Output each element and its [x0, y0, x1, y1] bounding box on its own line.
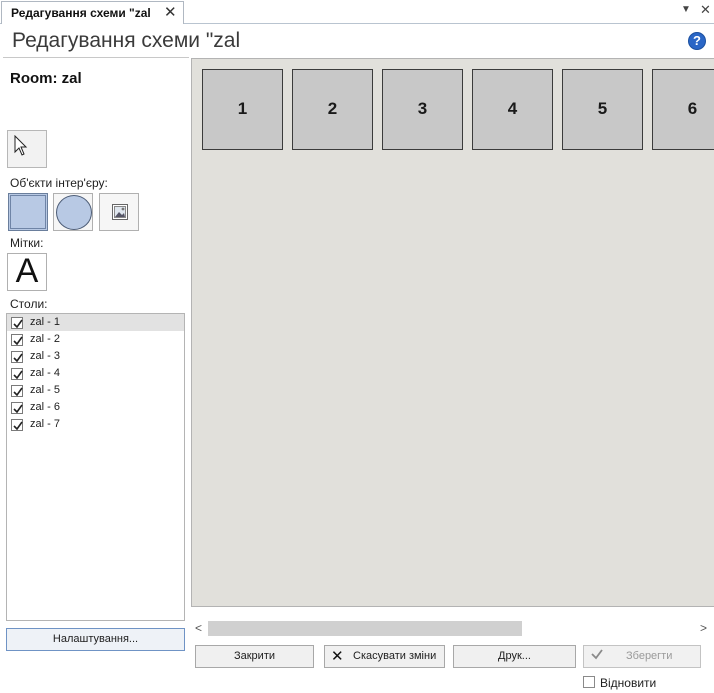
- document-tab[interactable]: Редагування схеми "zal ✕: [1, 1, 184, 24]
- text-label-tool-button[interactable]: A: [7, 252, 47, 291]
- checkmark-icon: [591, 649, 603, 660]
- cancel-changes-label: Скасувати зміни: [353, 650, 437, 662]
- list-item[interactable]: zal - 4: [7, 365, 184, 382]
- canvas-table-3[interactable]: 3: [382, 69, 463, 150]
- close-button[interactable]: Закрити: [195, 645, 314, 668]
- canvas-table-4[interactable]: 4: [472, 69, 553, 150]
- print-button[interactable]: Друк...: [453, 645, 576, 668]
- checkmark-icon: [13, 387, 23, 397]
- rectangle-tool-button[interactable]: [8, 193, 48, 231]
- checkmark-icon: [13, 336, 23, 346]
- list-item-label: zal - 2: [30, 333, 60, 345]
- list-item-label: zal - 5: [30, 384, 60, 396]
- table-visible-checkbox[interactable]: [11, 351, 23, 363]
- list-item[interactable]: zal - 6: [7, 399, 184, 416]
- tables-label: Столи:: [10, 297, 48, 311]
- checkmark-icon: [13, 319, 23, 329]
- list-item-label: zal - 3: [30, 350, 60, 362]
- save-button[interactable]: Зберегти: [583, 645, 701, 668]
- tab-close-icon[interactable]: ✕: [164, 3, 177, 21]
- checkmark-icon: [13, 421, 23, 431]
- document-tab-title: Редагування схеми "zal: [11, 6, 151, 20]
- tab-menu-chevron-down-icon[interactable]: ▼: [681, 4, 691, 15]
- circle-icon: [56, 195, 92, 230]
- help-icon[interactable]: ?: [688, 32, 706, 50]
- checkmark-icon: [13, 370, 23, 380]
- canvas-table-1[interactable]: 1: [202, 69, 283, 150]
- table-visible-checkbox[interactable]: [11, 419, 23, 431]
- list-item[interactable]: zal - 5: [7, 382, 184, 399]
- table-visible-checkbox[interactable]: [11, 368, 23, 380]
- scheme-canvas[interactable]: 1 2 3 4 5 6: [191, 58, 714, 607]
- scroll-right-icon[interactable]: >: [700, 621, 707, 635]
- list-item-label: zal - 1: [30, 316, 60, 328]
- table-visible-checkbox[interactable]: [11, 402, 23, 414]
- list-item-label: zal - 4: [30, 367, 60, 379]
- restore-checkbox[interactable]: [583, 676, 595, 688]
- list-item-label: zal - 6: [30, 401, 60, 413]
- list-item[interactable]: zal - 2: [7, 331, 184, 348]
- checkmark-icon: [13, 404, 23, 414]
- table-visible-checkbox[interactable]: [11, 385, 23, 397]
- close-icon: ✕: [331, 648, 344, 665]
- list-item[interactable]: zal - 3: [7, 348, 184, 365]
- page-title: Редагування схеми "zal: [12, 29, 241, 52]
- tables-list[interactable]: zal - 1 zal - 2 zal - 3 zal - 4 zal - 5 …: [6, 313, 185, 621]
- list-item-label: zal - 7: [30, 418, 60, 430]
- list-item[interactable]: zal - 7: [7, 416, 184, 433]
- list-item[interactable]: zal - 1: [7, 314, 184, 331]
- marks-label: Мітки:: [10, 236, 44, 250]
- image-icon: [112, 204, 128, 220]
- room-label: Room: zal: [10, 70, 82, 87]
- save-label: Зберегти: [626, 650, 673, 662]
- left-panel-divider: [3, 57, 189, 58]
- settings-button[interactable]: Налаштування...: [6, 628, 185, 651]
- canvas-table-6[interactable]: 6: [652, 69, 714, 150]
- scroll-left-icon[interactable]: <: [195, 621, 202, 635]
- cancel-changes-button[interactable]: ✕ Скасувати зміни: [324, 645, 445, 668]
- rectangle-icon: [10, 195, 46, 229]
- pointer-tool-button[interactable]: [7, 130, 47, 168]
- restore-label: Відновити: [600, 676, 657, 690]
- interior-objects-label: Об'єкти інтер'єру:: [10, 176, 108, 190]
- scrollbar-thumb[interactable]: [208, 621, 522, 636]
- canvas-table-5[interactable]: 5: [562, 69, 643, 150]
- image-tool-button[interactable]: [99, 193, 139, 231]
- table-visible-checkbox[interactable]: [11, 317, 23, 329]
- circle-tool-button[interactable]: [53, 193, 93, 231]
- canvas-table-2[interactable]: 2: [292, 69, 373, 150]
- cursor-arrow-icon: [14, 135, 28, 156]
- text-a-icon: A: [15, 252, 39, 290]
- checkmark-icon: [13, 353, 23, 363]
- table-visible-checkbox[interactable]: [11, 334, 23, 346]
- window-close-icon[interactable]: ✕: [700, 2, 711, 18]
